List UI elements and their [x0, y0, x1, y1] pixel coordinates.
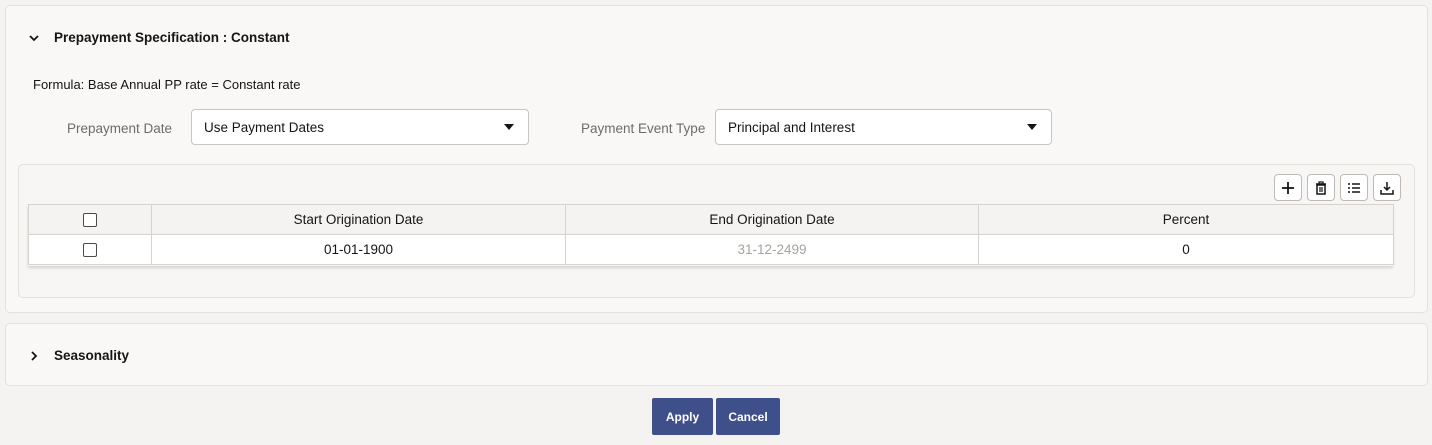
download-button[interactable]	[1373, 174, 1401, 201]
prepayment-table: Start Origination Date End Origination D…	[28, 204, 1394, 265]
delete-row-button[interactable]	[1307, 174, 1335, 201]
prepayment-date-value: Use Payment Dates	[204, 119, 325, 135]
seasonality-section-header[interactable]: Seasonality	[28, 348, 129, 363]
payment-event-type-select[interactable]: Principal and Interest	[715, 109, 1052, 145]
column-header[interactable]: Percent	[978, 204, 1394, 235]
apply-button[interactable]: Apply	[652, 398, 713, 435]
add-icon	[1282, 181, 1294, 194]
select-all-cell	[28, 204, 152, 235]
formula-text: Formula: Base Annual PP rate = Constant …	[33, 77, 301, 92]
prepayment-date-select[interactable]: Use Payment Dates	[191, 109, 529, 145]
prepayment-section-header[interactable]: Prepayment Specification : Constant	[28, 30, 290, 45]
column-header[interactable]: Start Origination Date	[151, 204, 566, 235]
payment-event-type-label: Payment Event Type	[581, 121, 706, 136]
chevron-down-icon	[29, 34, 39, 41]
prepayment-date-label: Prepayment Date	[67, 121, 173, 136]
table-header-row: Start Origination Date End Origination D…	[28, 204, 1394, 235]
download-icon	[1380, 181, 1394, 195]
end-origination-date-cell: 31-12-2499	[565, 234, 979, 265]
select-all-checkbox[interactable]	[83, 213, 97, 228]
caret-down-icon	[504, 124, 514, 130]
add-row-button[interactable]	[1274, 174, 1302, 201]
prepayment-section-title: Prepayment Specification : Constant	[54, 30, 290, 45]
seasonality-panel: Seasonality	[5, 323, 1428, 386]
row-select-cell	[28, 234, 152, 265]
column-list-button[interactable]	[1340, 174, 1368, 201]
chevron-right-icon	[31, 350, 38, 361]
column-header[interactable]: End Origination Date	[565, 204, 979, 235]
cancel-button[interactable]: Cancel	[716, 398, 780, 435]
seasonality-section-title: Seasonality	[54, 348, 130, 363]
start-origination-date-cell[interactable]: 01-01-1900	[151, 234, 566, 265]
list-icon	[1348, 182, 1360, 193]
row-checkbox[interactable]	[83, 243, 97, 258]
prepayment-panel: Prepayment Specification : Constant Form…	[5, 5, 1428, 313]
delete-icon	[1316, 180, 1326, 195]
payment-event-type-value: Principal and Interest	[728, 119, 855, 135]
percent-cell[interactable]: 0	[978, 234, 1394, 265]
caret-down-icon	[1027, 124, 1037, 130]
table-row[interactable]: 01-01-1900 31-12-2499 0	[28, 234, 1394, 265]
table-container: Start Origination Date End Origination D…	[18, 164, 1415, 298]
